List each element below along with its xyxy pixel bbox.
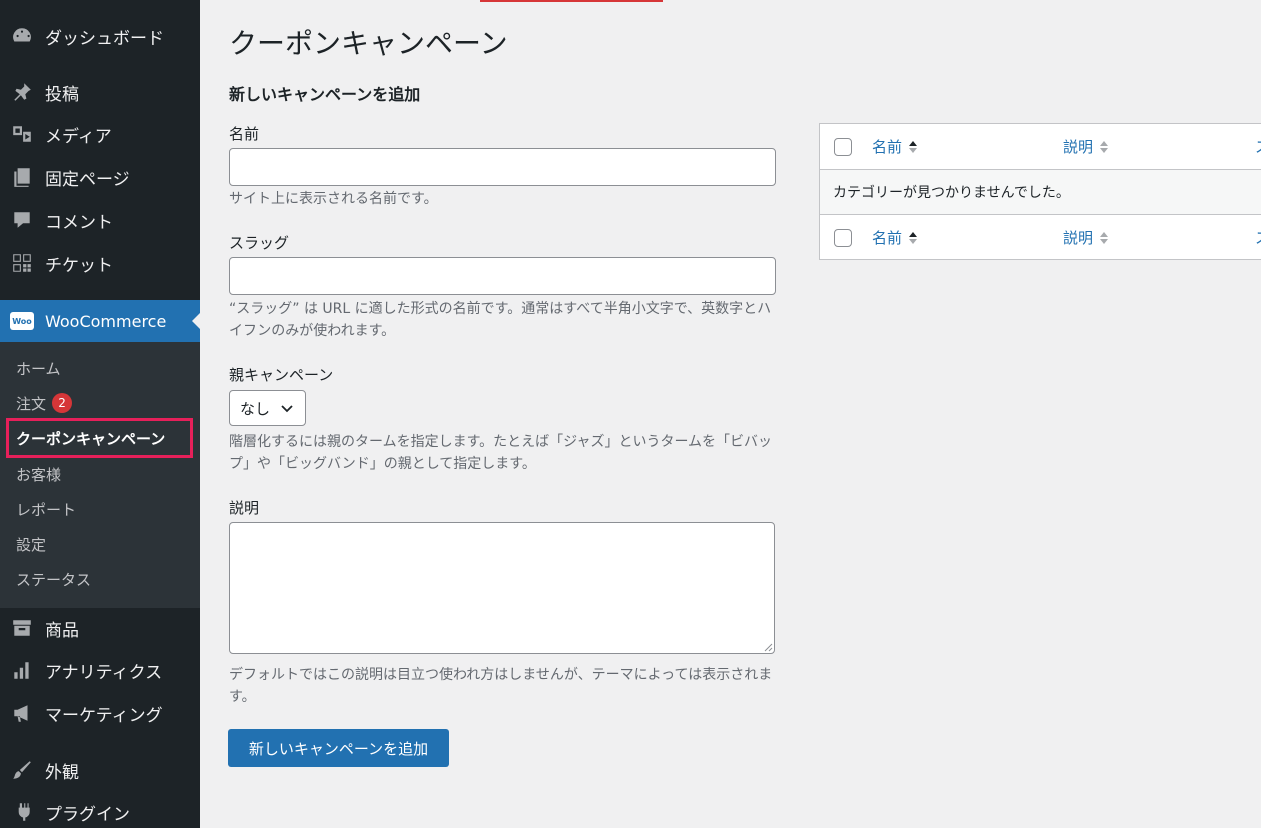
description-label: 説明 [229, 499, 260, 517]
sidebar-item-label: マーケティング [45, 705, 163, 726]
submenu-item-settings[interactable]: 設定 [16, 531, 46, 557]
campaign-table: 名前 説明 ス カテゴリーが見つかりませんでした。 名前 説明 ス [819, 123, 1261, 260]
submenu-label: ステータス [16, 570, 92, 589]
parent-help-text: 階層化するには親のタームを指定します。たとえば「ジャズ」というタームを「ビバップ… [229, 434, 773, 472]
submenu-item-status[interactable]: ステータス [16, 566, 91, 592]
brush-icon [10, 758, 34, 782]
column-label: 名前 [872, 229, 903, 247]
name-help-text: サイト上に表示される名前です。 [229, 191, 438, 207]
sort-icon [1100, 140, 1109, 153]
column-label: 説明 [1063, 229, 1094, 247]
page-title: クーポンキャンペーン [229, 27, 508, 60]
select-all-checkbox[interactable] [834, 137, 852, 156]
table-empty-row: カテゴリーが見つかりませんでした。 [820, 169, 1261, 215]
table-footer-row: 名前 説明 ス [820, 215, 1261, 260]
sidebar-item-label: 外観 [45, 762, 79, 783]
submenu-item-customers[interactable]: お客様 [16, 461, 61, 487]
sidebar-item-appearance[interactable]: 外観 [0, 750, 200, 790]
current-item-highlight [6, 418, 193, 458]
orders-count-badge: 2 [52, 393, 73, 413]
sidebar-item-plugins[interactable]: プラグイン [0, 792, 200, 828]
admin-sidebar: ダッシュボード 投稿 メディア 固定ページ コメント チケット Woo WooC… [0, 0, 200, 828]
sidebar-item-woocommerce[interactable]: Woo WooCommerce [0, 300, 200, 342]
column-label: 名前 [872, 138, 903, 156]
page-icon [10, 165, 34, 189]
sidebar-item-label: 固定ページ [45, 169, 130, 190]
submenu-label: お客様 [16, 465, 62, 484]
woocommerce-logo-icon: Woo [10, 312, 34, 330]
top-accent-bar [480, 0, 663, 2]
chevron-down-icon [281, 405, 293, 413]
sidebar-item-label: コメント [45, 212, 113, 233]
plugin-icon [10, 800, 34, 824]
pin-icon [10, 80, 34, 104]
table-header-row: 名前 説明 ス [820, 124, 1261, 169]
sort-icon [1100, 231, 1109, 244]
sidebar-item-analytics[interactable]: アナリティクス [0, 650, 200, 690]
column-footer-name[interactable]: 名前 [872, 227, 918, 248]
dashboard-icon [10, 24, 34, 48]
submenu-label: ホーム [16, 359, 61, 378]
sidebar-item-products[interactable]: 商品 [0, 608, 200, 648]
column-header-slug[interactable]: ス [1255, 136, 1261, 157]
sidebar-item-tickets[interactable]: チケット [0, 243, 200, 283]
submenu-item-reports[interactable]: レポート [16, 496, 76, 522]
column-header-name[interactable]: 名前 [872, 136, 918, 157]
column-footer-description[interactable]: 説明 [1063, 227, 1109, 248]
megaphone-icon [10, 701, 34, 725]
sidebar-item-label: チケット [45, 255, 113, 276]
sidebar-item-comments[interactable]: コメント [0, 200, 200, 240]
submenu-item-orders[interactable]: 注文 2 [16, 390, 73, 416]
description-textarea[interactable] [229, 522, 775, 654]
slug-help-text: “スラッグ” は URL に適した形式の名前です。通常はすべて半角小文字で、英数… [229, 301, 772, 339]
sidebar-item-label: WooCommerce [45, 311, 167, 331]
name-input[interactable] [229, 148, 776, 186]
parent-select-value: なし [240, 399, 271, 418]
submenu-item-home[interactable]: ホーム [16, 355, 61, 381]
sidebar-item-label: アナリティクス [45, 662, 163, 683]
form-heading: 新しいキャンペーンを追加 [229, 85, 421, 104]
slug-label: スラッグ [229, 234, 290, 252]
sidebar-item-label: 投稿 [45, 84, 79, 105]
name-label: 名前 [229, 125, 260, 143]
sidebar-item-label: メディア [45, 126, 112, 147]
column-header-description[interactable]: 説明 [1063, 136, 1109, 157]
add-campaign-button[interactable]: 新しいキャンペーンを追加 [228, 729, 449, 767]
submenu-label: レポート [16, 500, 77, 519]
sidebar-item-dashboard[interactable]: ダッシュボード [0, 16, 200, 56]
column-label: 説明 [1063, 138, 1094, 156]
parent-label: 親キャンペーン [229, 366, 334, 384]
sidebar-item-label: プラグイン [45, 804, 130, 825]
sidebar-item-label: 商品 [45, 620, 79, 641]
woocommerce-submenu: ホーム 注文 2 クーポンキャンペーン お客様 レポート 設定 ステータス [0, 342, 200, 608]
sidebar-item-pages[interactable]: 固定ページ [0, 157, 200, 197]
resize-grip-icon[interactable] [763, 642, 773, 652]
archive-icon [10, 616, 34, 640]
ticket-icon [10, 251, 34, 275]
sidebar-item-media[interactable]: メディア [0, 114, 200, 154]
current-menu-arrow [192, 313, 200, 329]
sort-asc-icon [909, 140, 918, 153]
sidebar-item-marketing[interactable]: マーケティング [0, 693, 200, 733]
sidebar-item-label: ダッシュボード [45, 28, 164, 49]
description-help-text: デフォルトではこの説明は目立つ使われ方はしませんが、テーマによっては表示されます… [229, 667, 773, 705]
sidebar-item-posts[interactable]: 投稿 [0, 72, 200, 112]
chart-icon [10, 658, 34, 682]
comment-icon [10, 208, 34, 232]
submenu-label: 設定 [16, 535, 47, 554]
slug-input[interactable] [229, 257, 776, 295]
parent-campaign-select[interactable]: なし [229, 390, 306, 426]
select-all-checkbox-footer[interactable] [834, 228, 852, 247]
column-footer-slug[interactable]: ス [1255, 227, 1261, 248]
submenu-label: 注文 [16, 394, 47, 413]
sort-asc-icon [909, 231, 918, 244]
media-icon [10, 122, 34, 146]
